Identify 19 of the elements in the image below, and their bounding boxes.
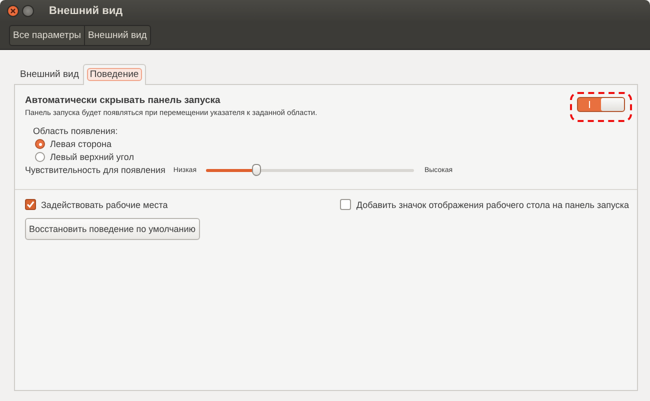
group-label: Область появления: — [33, 126, 119, 136]
tab[interactable]: Внешний вид — [16, 65, 83, 84]
radio-option[interactable]: Левый верхний угол — [35, 152, 134, 162]
setting-title: Автоматически скрывать панель запуска — [25, 95, 222, 106]
tab[interactable]: Поведение — [82, 64, 146, 85]
checkbox-option[interactable]: Задействовать рабочие места — [25, 199, 168, 210]
close-icon — [10, 8, 16, 14]
slider-thumb[interactable] — [252, 164, 262, 176]
window-title: Внешний вид — [49, 5, 123, 17]
breadcrumb-button[interactable]: Внешний вид — [84, 26, 150, 45]
slider-label: Чувствительность для появления — [25, 165, 166, 175]
checkmark-icon — [26, 200, 35, 209]
breadcrumb-button[interactable]: Все параметры — [10, 26, 85, 45]
toggle-switch[interactable] — [577, 97, 625, 112]
checkbox-option[interactable]: Добавить значок отображения рабочего стола на панель запуска — [340, 199, 629, 210]
close-button[interactable] — [7, 5, 19, 17]
reset-button[interactable]: Восстановить поведение по умолчанию — [25, 218, 200, 240]
minimize-button[interactable] — [22, 5, 34, 17]
radio-option[interactable]: Левая сторона — [35, 139, 112, 149]
